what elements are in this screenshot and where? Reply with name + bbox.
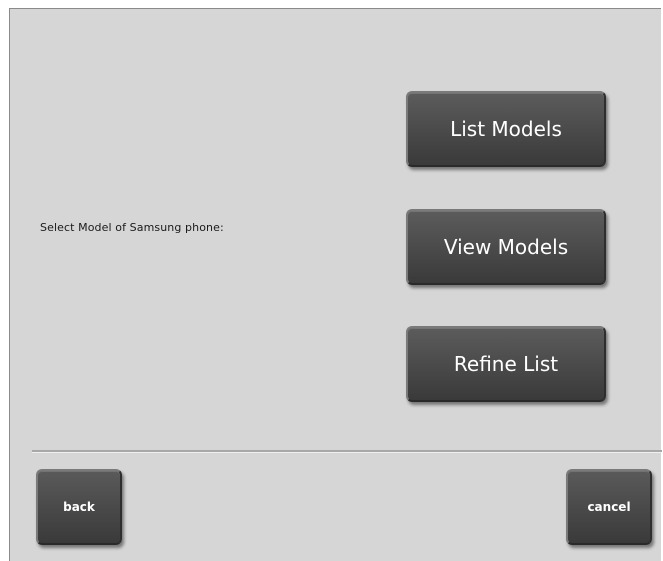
refine-list-button[interactable]: Refine List (406, 326, 606, 402)
prompt-label: Select Model of Samsung phone: (40, 221, 224, 234)
kiosk-screen: Select Model of Samsung phone: List Mode… (9, 8, 662, 561)
list-models-button[interactable]: List Models (406, 91, 606, 167)
footer-divider (32, 450, 662, 453)
back-button[interactable]: back (36, 469, 122, 545)
view-models-button[interactable]: View Models (406, 209, 606, 285)
cancel-button[interactable]: cancel (566, 469, 652, 545)
